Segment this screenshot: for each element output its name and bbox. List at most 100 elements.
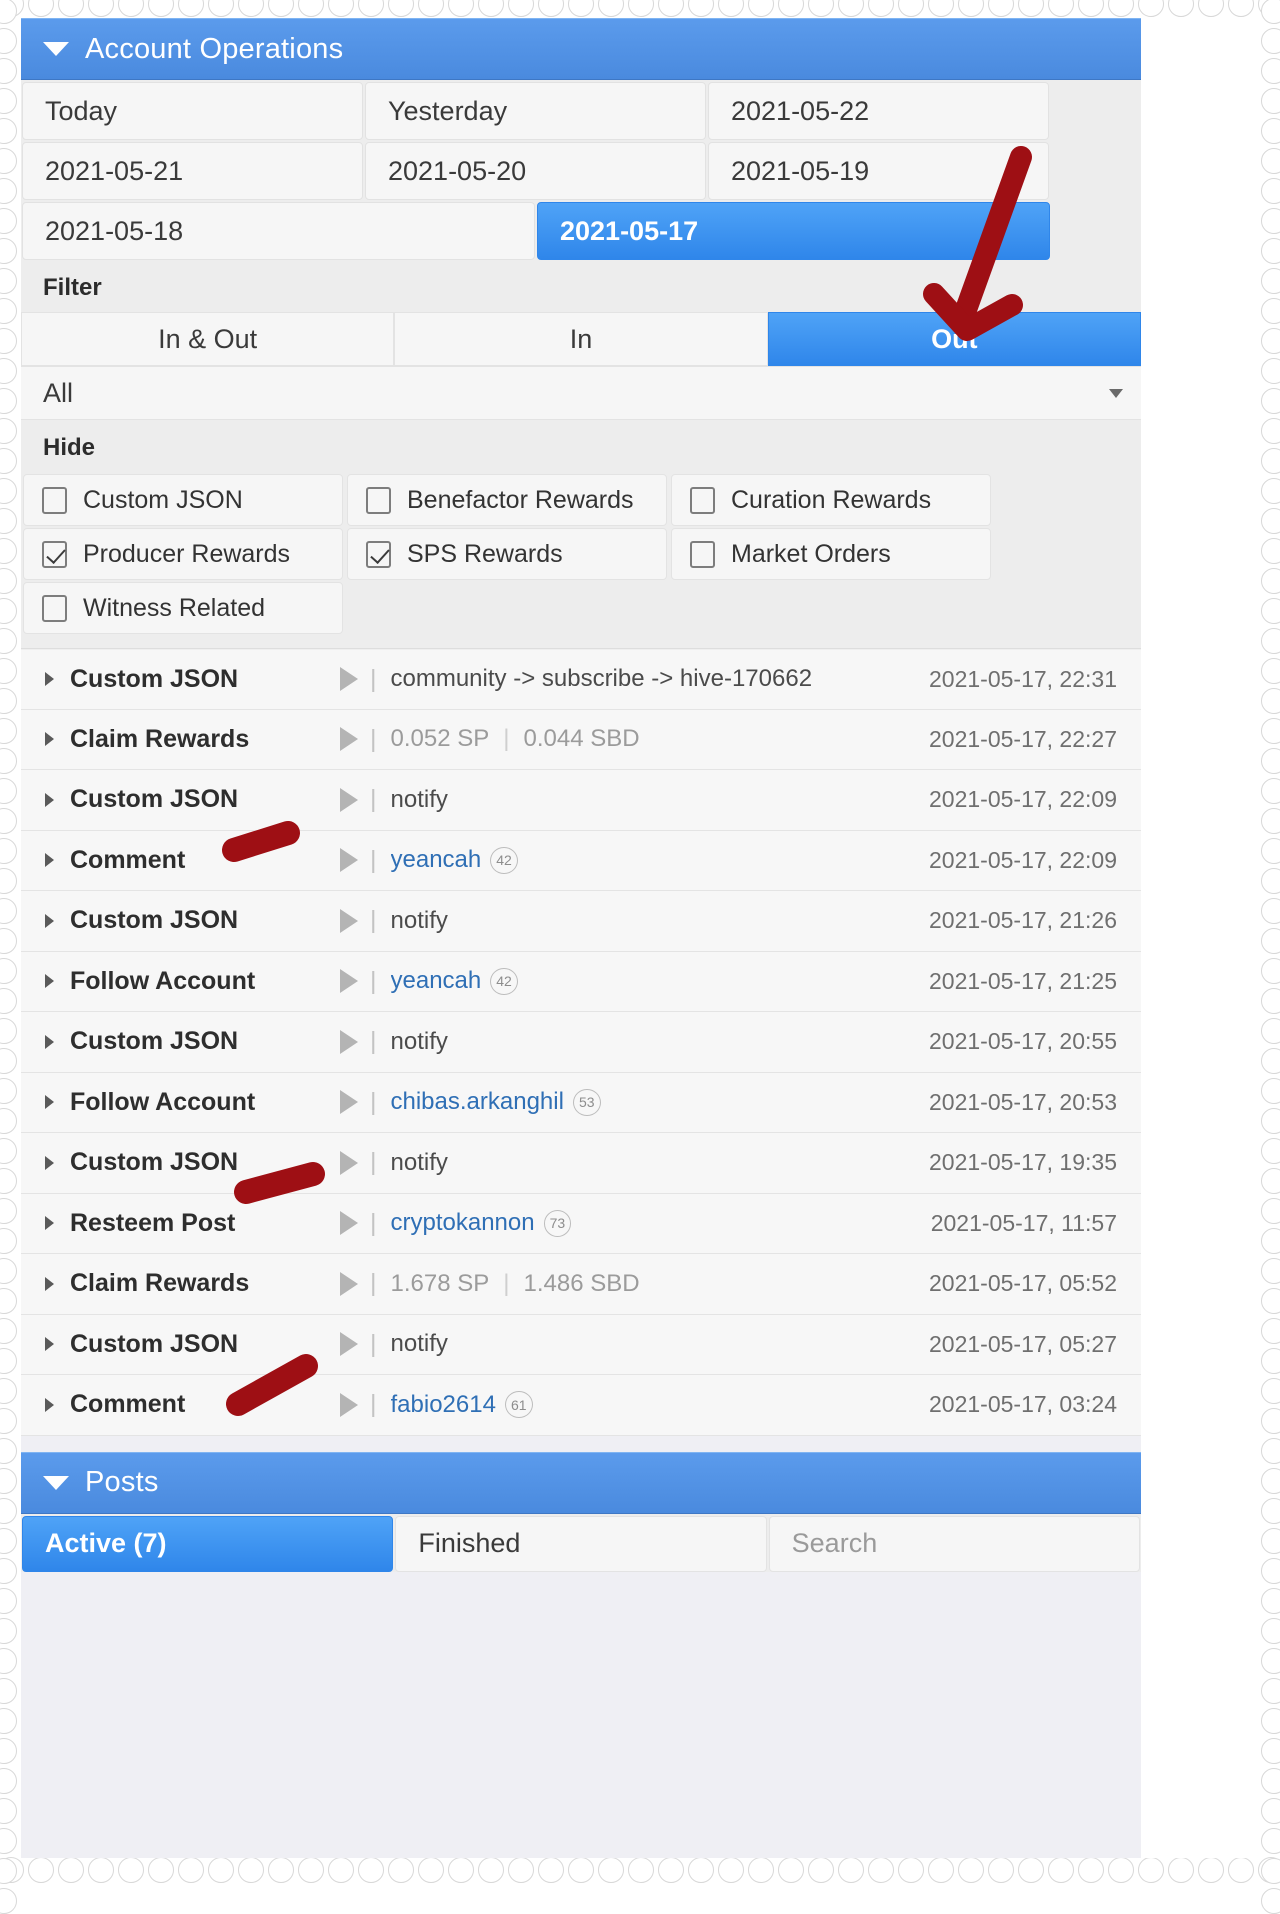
play-icon[interactable] <box>340 1090 358 1115</box>
operation-detail: 1.678 SP | 1.486 SBD <box>391 1270 930 1298</box>
stamp-perforation <box>1261 328 1280 354</box>
operation-username-link[interactable]: cryptokannon <box>391 1209 535 1237</box>
operation-detail: notify <box>391 1149 930 1177</box>
stamp-perforation <box>388 0 414 17</box>
stamp-perforation <box>1261 1558 1280 1584</box>
operation-username-link[interactable]: chibas.arkanghil <box>391 1088 564 1116</box>
checkbox-checked-icon[interactable] <box>366 540 391 568</box>
hide-checkbox-item[interactable]: Witness Related <box>23 582 343 634</box>
checkbox-unchecked-icon[interactable] <box>366 486 391 514</box>
date-button[interactable]: 2021-05-22 <box>708 82 1049 140</box>
stamp-perforation <box>0 1768 17 1794</box>
operation-username-link[interactable]: yeancah <box>391 967 482 995</box>
chevron-right-icon[interactable] <box>45 672 54 687</box>
stamp-perforation <box>0 388 17 414</box>
hide-checkbox-item[interactable]: Curation Rewards <box>671 474 991 526</box>
chevron-right-icon[interactable] <box>45 1337 54 1352</box>
operation-row[interactable]: Comment | fabio2614 61 2021-05-17, 03:24 <box>21 1375 1141 1436</box>
date-button[interactable]: Yesterday <box>365 82 706 140</box>
checkbox-unchecked-icon[interactable] <box>42 594 67 622</box>
chevron-right-icon[interactable] <box>45 732 54 747</box>
operation-row[interactable]: Custom JSON | notify 2021-05-17, 19:35 <box>21 1133 1141 1194</box>
play-icon[interactable] <box>340 1332 358 1357</box>
operation-row[interactable]: Custom JSON | notify 2021-05-17, 22:09 <box>21 770 1141 831</box>
posts-tab-finished[interactable]: Finished <box>395 1515 767 1572</box>
filter-segment-out[interactable]: Out <box>767 312 1141 366</box>
checkbox-unchecked-icon[interactable] <box>690 486 715 514</box>
stamp-perforation <box>1261 1858 1280 1884</box>
chevron-right-icon[interactable] <box>45 853 54 868</box>
play-icon[interactable] <box>340 667 358 692</box>
checkbox-unchecked-icon[interactable] <box>690 540 715 568</box>
operation-username-link[interactable]: fabio2614 <box>391 1391 496 1419</box>
account-operations-header[interactable]: Account Operations <box>21 18 1141 80</box>
operation-row[interactable]: Custom JSON | notify 2021-05-17, 05:27 <box>21 1314 1141 1375</box>
hide-checkbox-item[interactable]: Custom JSON <box>23 474 343 526</box>
chevron-right-icon[interactable] <box>45 1095 54 1110</box>
operation-detail: notify <box>391 786 930 814</box>
chevron-right-icon[interactable] <box>45 1276 54 1291</box>
play-icon[interactable] <box>340 848 358 873</box>
posts-tab-search[interactable]: Search <box>768 1515 1140 1572</box>
play-icon[interactable] <box>340 1150 358 1175</box>
hide-checkbox-item[interactable]: SPS Rewards <box>347 528 667 580</box>
date-button[interactable]: 2021-05-20 <box>365 142 706 200</box>
stamp-perforation <box>1261 898 1280 924</box>
play-icon[interactable] <box>340 1029 358 1054</box>
hide-checkbox-item[interactable]: Producer Rewards <box>23 528 343 580</box>
operation-type-label: Resteem Post <box>70 1208 236 1237</box>
posts-header[interactable]: Posts <box>21 1451 1141 1514</box>
play-icon[interactable] <box>340 787 358 812</box>
operation-row[interactable]: Comment | yeancah 42 2021-05-17, 22:09 <box>21 830 1141 891</box>
stamp-perforation <box>0 238 17 264</box>
chevron-right-icon[interactable] <box>45 913 54 928</box>
operation-row[interactable]: Custom JSON | notify 2021-05-17, 20:55 <box>21 1012 1141 1073</box>
play-icon[interactable] <box>340 1392 358 1417</box>
caret-down-icon <box>43 1475 69 1490</box>
chevron-right-icon[interactable] <box>45 1397 54 1412</box>
play-icon[interactable] <box>340 727 358 752</box>
operation-row[interactable]: Custom JSON | notify 2021-05-17, 21:26 <box>21 891 1141 952</box>
operation-row[interactable]: Claim Rewards | 1.678 SP | 1.486 SBD 2021-05-… <box>21 1254 1141 1315</box>
stamp-perforation <box>0 1738 17 1764</box>
play-icon[interactable] <box>340 908 358 933</box>
chevron-right-icon[interactable] <box>45 792 54 807</box>
operation-detail-text: notify <box>390 785 448 813</box>
stamp-perforation <box>808 1857 834 1883</box>
date-button[interactable]: 2021-05-19 <box>708 142 1049 200</box>
play-icon[interactable] <box>340 1211 358 1236</box>
date-button[interactable]: Today <box>22 82 363 140</box>
operation-type-label: Claim Rewards <box>70 1269 250 1298</box>
hide-checkbox-item[interactable]: Benefactor Rewards <box>347 474 667 526</box>
chevron-down-icon <box>1109 388 1123 398</box>
posts-tab-active-7[interactable]: Active (7) <box>22 1515 394 1572</box>
date-button[interactable]: 2021-05-17 <box>537 202 1050 260</box>
checkbox-checked-icon[interactable] <box>42 540 67 568</box>
operation-row[interactable]: Resteem Post | cryptokannon 73 2021-05-17, 1… <box>21 1193 1141 1254</box>
amount-divider-glyph: | <box>503 725 510 753</box>
stamp-perforation <box>0 1588 17 1614</box>
stamp-perforation <box>1078 1857 1104 1883</box>
date-button[interactable]: 2021-05-18 <box>22 202 535 260</box>
checkbox-unchecked-icon[interactable] <box>42 486 67 514</box>
play-icon[interactable] <box>340 1271 358 1296</box>
chevron-right-icon[interactable] <box>45 1155 54 1170</box>
operation-row[interactable]: Claim Rewards | 0.052 SP | 0.044 SBD 2021-05-… <box>21 709 1141 770</box>
operation-type-select[interactable]: All <box>21 366 1141 420</box>
play-icon[interactable] <box>340 969 358 994</box>
chevron-right-icon[interactable] <box>45 1216 54 1231</box>
filter-segment-in-out[interactable]: In & Out <box>21 312 395 366</box>
operation-row[interactable]: Follow Account | yeancah 42 2021-05-17, 21:2… <box>21 951 1141 1012</box>
stamp-perforation <box>118 0 144 17</box>
operation-type-label: Custom JSON <box>70 664 239 693</box>
operation-row[interactable]: Custom JSON | community -> subscribe -> hi… <box>21 649 1141 710</box>
chevron-right-icon[interactable] <box>45 1034 54 1049</box>
stamp-perforation <box>448 1857 474 1883</box>
stamp-perforation <box>1261 118 1280 144</box>
filter-segment-in[interactable]: In <box>394 312 768 366</box>
operation-row[interactable]: Follow Account | chibas.arkanghil 53 2021-05… <box>21 1072 1141 1133</box>
hide-checkbox-item[interactable]: Market Orders <box>671 528 991 580</box>
chevron-right-icon[interactable] <box>45 974 54 989</box>
date-button[interactable]: 2021-05-21 <box>22 142 363 200</box>
operation-username-link[interactable]: yeancah <box>391 846 482 874</box>
